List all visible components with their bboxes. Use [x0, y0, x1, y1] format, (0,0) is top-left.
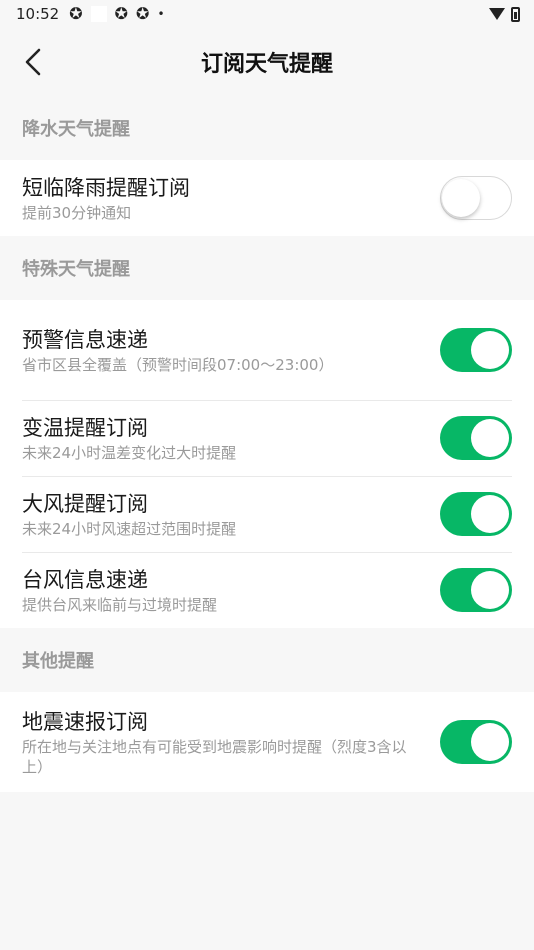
subscription-toggle[interactable] — [440, 328, 512, 372]
section-header: 降水天气提醒 — [22, 119, 130, 140]
subscription-toggle[interactable] — [440, 416, 512, 460]
nav-bar: 订阅天气提醒 — [0, 28, 534, 96]
settings-row-text: 短临降雨提醒订阅提前30分钟通知 — [22, 174, 440, 223]
settings-row-title: 变温提醒订阅 — [22, 415, 148, 440]
settings-row: 台风信息速递提供台风来临前与过境时提醒 — [0, 552, 534, 628]
settings-row-title: 地震速报订阅 — [22, 709, 148, 734]
toggle-knob — [471, 723, 509, 761]
settings-list: 降水天气提醒短临降雨提醒订阅提前30分钟通知 特殊天气提醒预警信息速递省市区县全覆… — [0, 96, 534, 792]
settings-row-text: 预警信息速递省市区县全覆盖（预警时间段07:00～23:00） — [22, 326, 440, 375]
status-notification-icons: ✪ ✪ ✪ • — [69, 4, 165, 23]
settings-row: 预警信息速递省市区县全覆盖（预警时间段07:00～23:00） — [0, 300, 534, 400]
subscription-toggle[interactable] — [440, 176, 512, 220]
settings-row-subtitle: 提供台风来临前与过境时提醒 — [22, 595, 218, 614]
section-header: 其他提醒 — [22, 651, 94, 672]
notification-app-icon: ✪ — [136, 4, 150, 23]
toggle-knob — [471, 495, 509, 533]
settings-row-subtitle: 未来24小时温差变化过大时提醒 — [22, 443, 237, 462]
settings-row: 短临降雨提醒订阅提前30分钟通知 — [0, 160, 534, 236]
section-header: 特殊天气提醒 — [22, 259, 130, 280]
status-bar: 10:52 ✪ ✪ ✪ • — [0, 0, 534, 28]
notification-app-icon: ✪ — [114, 4, 129, 23]
toggle-knob — [471, 419, 509, 457]
settings-row: 地震速报订阅所在地与关注地点有可能受到地震影响时提醒（烈度3含以上） — [0, 692, 534, 792]
settings-row-title: 台风信息速递 — [22, 567, 148, 592]
toggle-knob — [471, 571, 509, 609]
settings-row-title: 短临降雨提醒订阅 — [22, 175, 190, 200]
settings-row-subtitle: 所在地与关注地点有可能受到地震影响时提醒（烈度3含以上） — [22, 737, 407, 776]
settings-row: 大风提醒订阅未来24小时风速超过范围时提醒 — [0, 476, 534, 552]
toggle-knob — [471, 331, 509, 369]
settings-row-title: 预警信息速递 — [22, 327, 148, 352]
settings-row-subtitle: 未来24小时风速超过范围时提醒 — [22, 519, 237, 538]
settings-group: 预警信息速递省市区县全覆盖（预警时间段07:00～23:00） 变温提醒订阅未来2… — [0, 300, 534, 628]
settings-row: 变温提醒订阅未来24小时温差变化过大时提醒 — [0, 400, 534, 476]
page-title: 订阅天气提醒 — [200, 52, 333, 77]
toggle-knob — [442, 178, 480, 217]
status-time: 10:52 — [16, 5, 60, 23]
notification-app-icon: ✪ — [69, 4, 83, 23]
settings-row-text: 地震速报订阅所在地与关注地点有可能受到地震影响时提醒（烈度3含以上） — [22, 708, 440, 777]
subscription-toggle[interactable] — [440, 720, 512, 764]
back-button[interactable] — [14, 42, 54, 82]
wifi-icon — [489, 8, 505, 20]
battery-icon — [511, 6, 520, 22]
settings-row-text: 大风提醒订阅未来24小时风速超过范围时提醒 — [22, 490, 440, 539]
back-arrow-icon — [25, 48, 41, 76]
settings-row-text: 台风信息速递提供台风来临前与过境时提醒 — [22, 566, 440, 615]
subscription-toggle[interactable] — [440, 568, 512, 612]
settings-group: 短临降雨提醒订阅提前30分钟通知 — [0, 160, 534, 236]
settings-row-subtitle: 省市区县全覆盖（预警时间段07:00～23:00） — [22, 355, 334, 374]
notification-dot-icon: • — [157, 7, 165, 21]
settings-group: 地震速报订阅所在地与关注地点有可能受到地震影响时提醒（烈度3含以上） — [0, 692, 534, 792]
settings-row-text: 变温提醒订阅未来24小时温差变化过大时提醒 — [22, 414, 440, 463]
settings-row-subtitle: 提前30分钟通知 — [22, 203, 132, 222]
settings-row-title: 大风提醒订阅 — [22, 491, 148, 516]
notification-blank-icon — [90, 6, 107, 22]
subscription-toggle[interactable] — [440, 492, 512, 536]
